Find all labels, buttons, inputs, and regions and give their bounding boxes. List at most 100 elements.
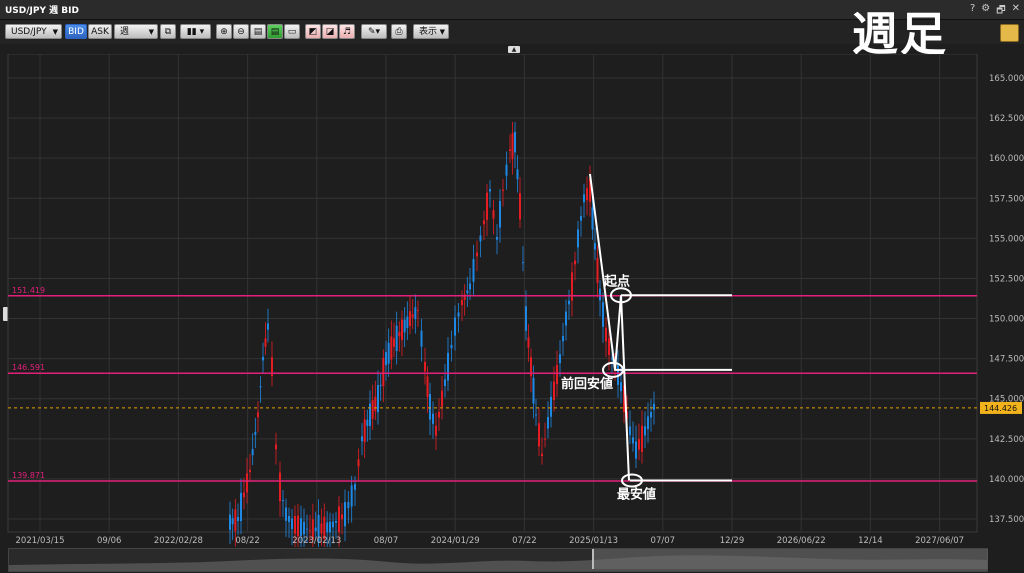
candle-body — [385, 352, 387, 366]
candle-body — [257, 412, 259, 418]
candle-body — [591, 207, 594, 230]
candle-body — [401, 319, 403, 340]
candle-body — [395, 325, 398, 352]
grid-layout-icon[interactable] — [1000, 24, 1019, 42]
x-tick-label: 2027/06/07 — [915, 536, 964, 546]
candle-body — [441, 390, 443, 407]
candle-body — [344, 502, 346, 527]
zoom-out-icon[interactable]: ⊖ — [233, 24, 249, 39]
candle-body — [527, 337, 530, 348]
candle-body — [249, 469, 251, 473]
drawing-tool-icon[interactable]: ◩ — [305, 24, 321, 39]
candle-body — [476, 252, 478, 257]
navigator-selection[interactable] — [592, 549, 988, 569]
x-tick-label: 08/22 — [235, 536, 260, 546]
candle-body — [246, 473, 248, 493]
price-chart[interactable]: 151.419 146.591 139.871 144.426 165.000 162.… — [0, 54, 1024, 547]
candle-body — [568, 300, 570, 305]
x-tick-label: 12/29 — [720, 536, 745, 546]
candle-body — [262, 356, 264, 361]
chart-toggle-button[interactable]: ⧉ — [160, 24, 176, 39]
candle-body — [366, 419, 369, 426]
candle-body — [332, 521, 334, 528]
period-select[interactable]: 週 — [114, 24, 158, 40]
y-tick-label: 142.500 — [989, 435, 1024, 445]
candle-body — [577, 229, 579, 248]
candle-body — [420, 330, 423, 347]
lowest-label: 最安値 — [617, 487, 656, 503]
candle-body — [329, 521, 331, 533]
candle-body — [306, 528, 308, 530]
candle-body — [466, 290, 469, 294]
x-tick-label: 07/07 — [651, 536, 676, 546]
zoom-in-icon[interactable]: ⊕ — [216, 24, 232, 39]
candle-body — [457, 312, 460, 317]
print-icon[interactable]: ⎙ — [391, 24, 407, 39]
candle-body — [435, 425, 437, 436]
candle-body — [267, 323, 269, 330]
candle-body — [438, 412, 440, 418]
candle-body — [240, 492, 242, 522]
candle-body — [314, 527, 317, 532]
layout-active-icon[interactable]: ▤ — [267, 24, 283, 39]
candle-body — [414, 307, 417, 320]
candle-body — [382, 357, 385, 387]
y-tick-label: 160.000 — [989, 154, 1024, 164]
candle-body — [229, 514, 231, 530]
chart-type-button[interactable]: ▮▮ ▾ — [180, 24, 211, 39]
candle-body — [635, 441, 637, 459]
restore-icon[interactable]: 🗗 — [996, 3, 1005, 20]
candle-body — [505, 164, 508, 176]
candle-body — [532, 377, 535, 404]
candle-body — [553, 381, 555, 400]
candle-body — [309, 529, 311, 531]
x-tick-label: 2024/01/29 — [431, 536, 480, 546]
candle-body — [620, 382, 622, 392]
candle-body — [586, 188, 588, 201]
y-tick-label: 140.000 — [989, 475, 1024, 485]
help-icon[interactable]: ? — [970, 3, 975, 20]
horizontal-line-label: 151.419 — [12, 286, 45, 295]
candle-body — [583, 194, 585, 203]
candle-body — [509, 149, 511, 151]
drawing-tool-2-icon[interactable]: ◪ — [322, 24, 338, 39]
candle-body — [514, 131, 516, 153]
candle-body — [429, 393, 431, 420]
x-tick-label: 12/14 — [858, 536, 883, 546]
candle-body — [374, 396, 377, 412]
ask-button[interactable]: ASK — [88, 24, 112, 39]
candle-body — [254, 432, 257, 435]
collapse-toggle[interactable]: ▲ — [508, 46, 520, 53]
candle-body — [369, 403, 371, 426]
candle-body — [599, 288, 601, 301]
candle-body — [285, 507, 287, 521]
candle-body — [489, 189, 491, 192]
symbol-select[interactable]: USD/JPY — [5, 24, 62, 40]
y-tick-label: 145.000 — [989, 395, 1024, 405]
x-tick-label: 08/07 — [374, 536, 399, 546]
candle-body — [499, 200, 501, 228]
candle-body — [354, 484, 356, 490]
drawing-tool-3-icon[interactable]: ♬ — [339, 24, 355, 39]
candle-body — [605, 327, 607, 342]
pen-icon[interactable]: ✎▾ — [361, 24, 387, 39]
candle-body — [496, 236, 498, 240]
candle-body — [275, 444, 277, 450]
y-tick-label: 157.500 — [989, 194, 1024, 204]
display-select[interactable]: 表示 — [413, 24, 449, 40]
y-tick-label: 147.500 — [989, 355, 1024, 365]
current-price-value: 144.426 — [984, 404, 1017, 413]
candle-body — [516, 169, 519, 180]
candle-body — [303, 521, 305, 535]
panel-icon[interactable]: ▭ — [284, 24, 300, 39]
bid-button[interactable]: BID — [65, 24, 87, 39]
settings-icon[interactable]: ⚙ — [981, 3, 990, 20]
layout-icon[interactable]: ▤ — [250, 24, 266, 39]
candle-body — [432, 413, 434, 424]
candle-body — [403, 319, 406, 333]
candle-body — [574, 260, 576, 265]
candle-body — [544, 438, 546, 440]
close-icon[interactable]: ✕ — [1012, 3, 1020, 20]
candle-body — [565, 311, 567, 326]
y-tick-label: 162.500 — [989, 114, 1024, 124]
